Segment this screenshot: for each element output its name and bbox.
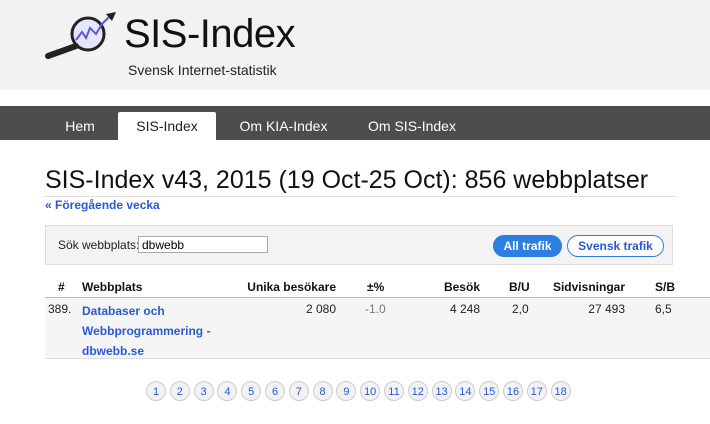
magnifier-graph-icon[interactable]	[44, 10, 124, 60]
site-link[interactable]: Databaser och Webbprogrammering - dbwebb…	[82, 301, 232, 361]
page-link-16[interactable]: 16	[503, 381, 523, 401]
page-link-7[interactable]: 7	[288, 381, 309, 401]
nav-item-om-sis-index[interactable]: Om SIS-Index	[352, 106, 472, 140]
row-change: -1.0	[365, 302, 386, 316]
site-title[interactable]: SIS-Index	[124, 12, 296, 57]
page-link-9[interactable]: 9	[336, 381, 357, 401]
row-visits: 4 248	[449, 302, 480, 316]
column-header-sb[interactable]: S/B	[655, 280, 675, 294]
row-rank: 389.	[48, 302, 72, 316]
search-panel: Sök webbplats: All trafik Svensk trafik	[45, 225, 673, 265]
row-pageviews: 27 493	[588, 302, 625, 316]
page-link-3[interactable]: 3	[193, 381, 214, 401]
search-input[interactable]	[138, 236, 268, 253]
page-link-15[interactable]: 15	[479, 381, 500, 401]
table-row: 389. Databaser och Webbprogrammering - d…	[45, 298, 710, 359]
site-name-line-2: Webbprogrammering -	[82, 324, 211, 338]
column-header-change[interactable]: ±%	[367, 280, 384, 294]
page-title: SIS-Index v43, 2015 (19 Oct-25 Oct): 856…	[45, 166, 649, 194]
previous-week-link[interactable]: « Föregående vecka	[45, 198, 160, 212]
column-header-rank[interactable]: #	[58, 280, 65, 294]
page-link-11[interactable]: 11	[384, 381, 404, 401]
row-sb: 6,5	[655, 302, 672, 316]
page-link-1[interactable]: 1	[146, 381, 166, 401]
site-subtitle: Svensk Internet-statistik	[128, 62, 277, 78]
site-name-line-1: Databaser och	[82, 304, 165, 318]
page-link-8[interactable]: 8	[312, 381, 333, 401]
site-header: SIS-Index Svensk Internet-statistik	[0, 0, 710, 90]
page-link-2[interactable]: 2	[169, 381, 190, 401]
column-header-site[interactable]: Webbplats	[82, 280, 142, 294]
page-link-17[interactable]: 17	[526, 381, 547, 401]
title-divider	[45, 196, 675, 197]
page-link-10[interactable]: 10	[360, 381, 381, 401]
column-header-visits[interactable]: Besök	[444, 280, 480, 294]
main-nav: Hem SIS-Index Om KIA-Index Om SIS-Index	[0, 106, 710, 140]
page-link-12[interactable]: 12	[407, 381, 428, 401]
nav-item-hem[interactable]: Hem	[50, 106, 110, 140]
nav-item-om-kia-index[interactable]: Om KIA-Index	[226, 106, 341, 140]
search-label: Sök webbplats:	[58, 238, 140, 252]
column-header-unique-visitors[interactable]: Unika besökare	[247, 280, 336, 294]
column-header-pageviews[interactable]: Sidvisningar	[553, 280, 625, 294]
page-link-4[interactable]: 4	[217, 381, 238, 401]
column-header-bu[interactable]: B/U	[509, 280, 530, 294]
row-unique-visitors: 2 080	[305, 302, 336, 316]
nav-item-sis-index[interactable]: SIS-Index	[118, 112, 216, 140]
page-link-6[interactable]: 6	[265, 381, 285, 401]
site-name-line-3: dbwebb.se	[82, 344, 145, 358]
page-link-14[interactable]: 14	[455, 381, 476, 401]
page-link-5[interactable]: 5	[241, 381, 262, 401]
all-traffic-button[interactable]: All trafik	[493, 235, 562, 257]
page-link-18[interactable]: 18	[550, 381, 571, 401]
swedish-traffic-button[interactable]: Svensk trafik	[567, 235, 664, 257]
page-link-13[interactable]: 13	[431, 381, 452, 401]
row-bu: 2,0	[512, 302, 529, 316]
